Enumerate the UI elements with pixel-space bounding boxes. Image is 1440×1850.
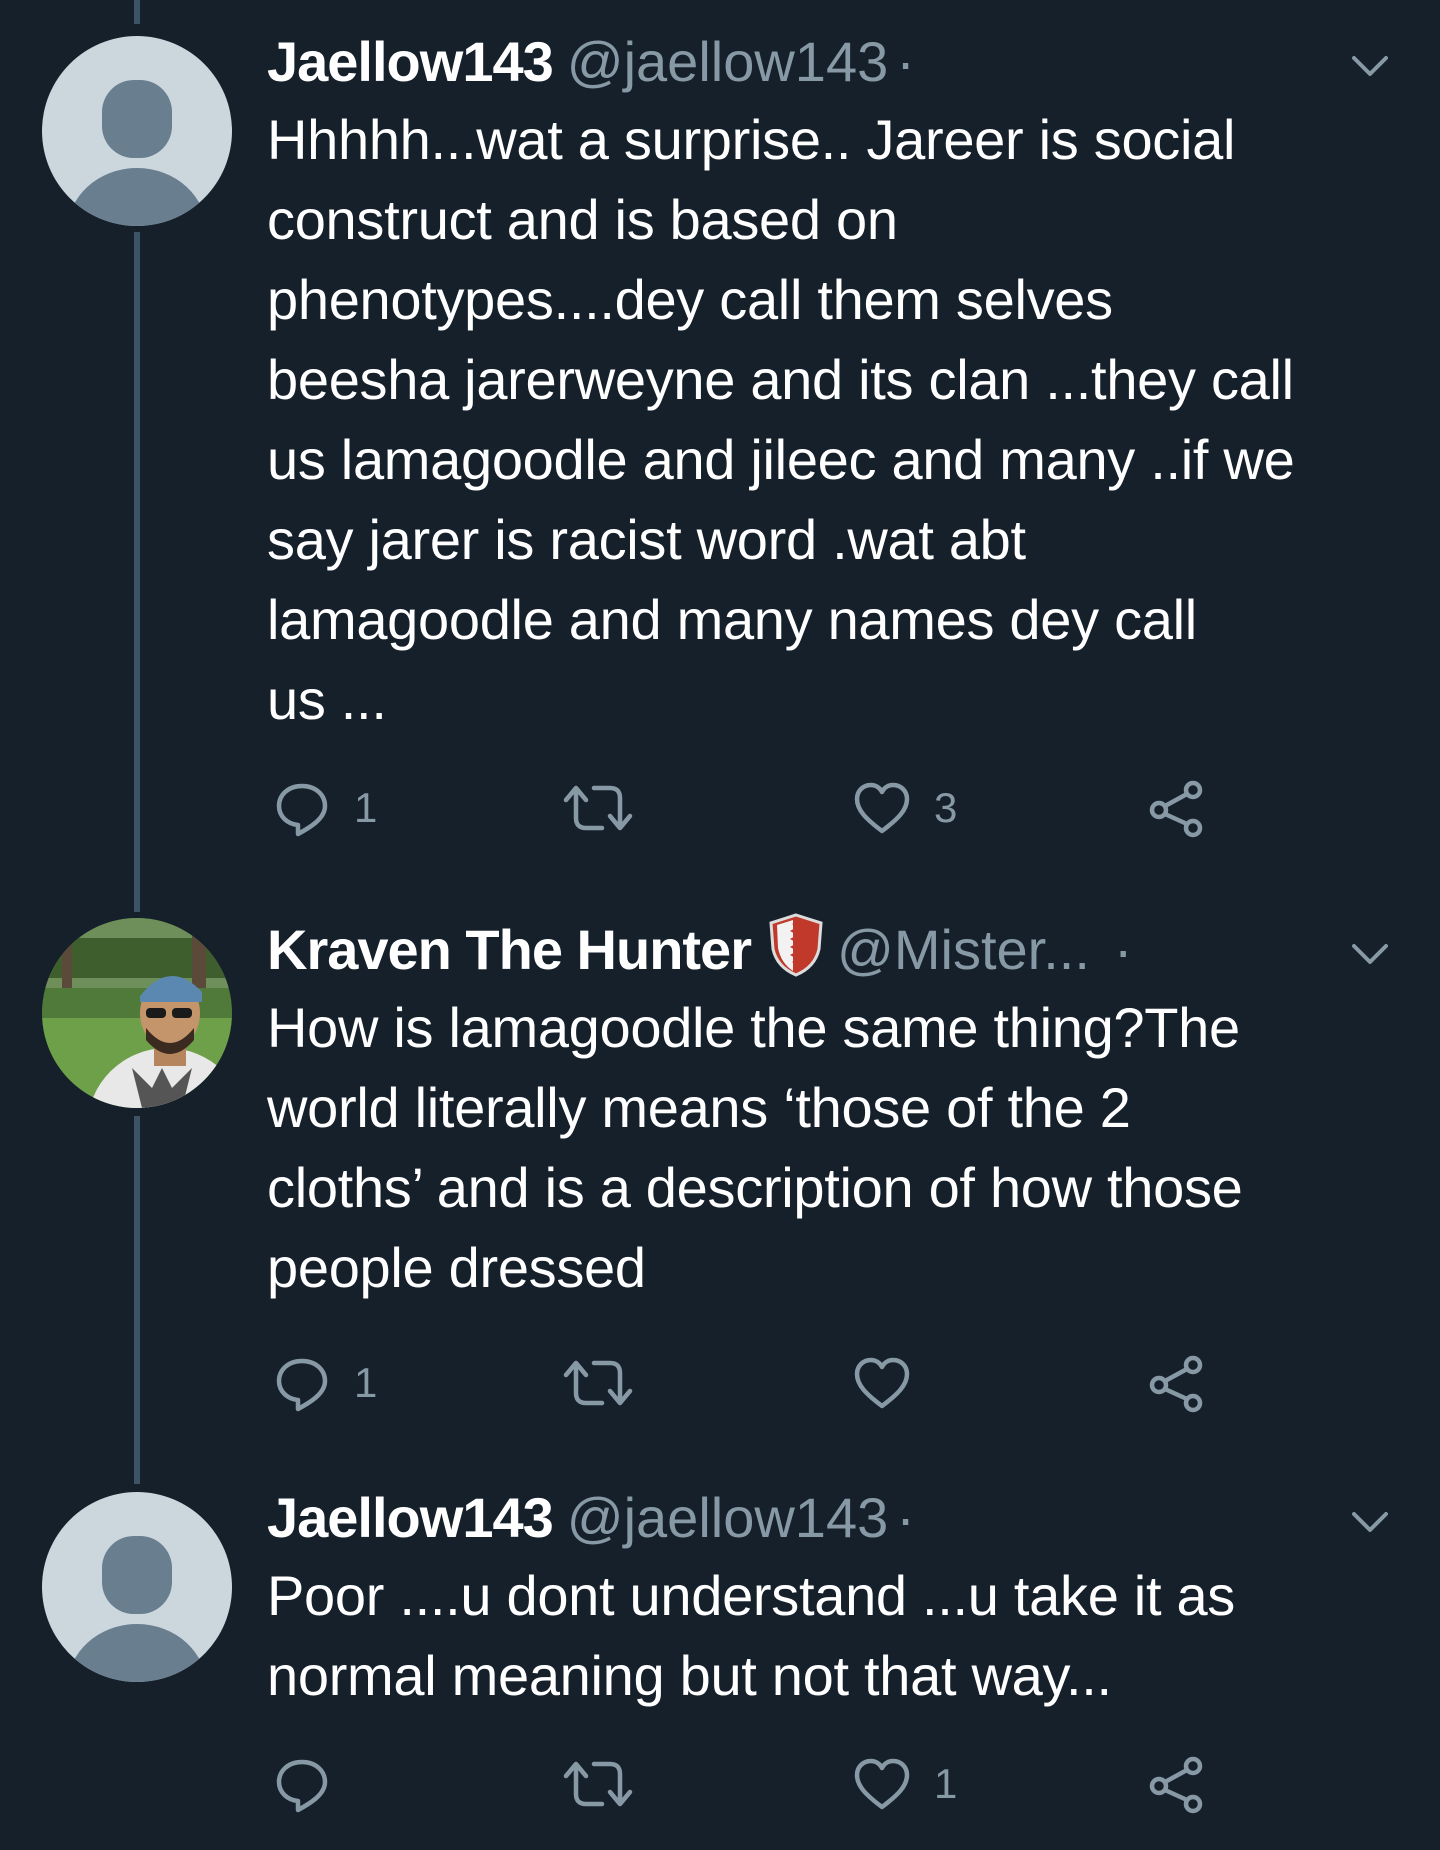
user-handle[interactable]: @jaellow143 — [567, 30, 888, 93]
user-handle[interactable]: @Mister... — [837, 918, 1090, 981]
tweet-header: Kraven The Hunter @Mister... · — [267, 912, 1340, 988]
tweet-thread: Jaellow143 @jaellow143 · Hhhhh...wat a sur… — [0, 0, 1440, 1850]
shield-emoji-icon — [769, 913, 823, 996]
display-name[interactable]: Jaellow143 — [267, 1486, 554, 1549]
avatar[interactable] — [42, 36, 232, 226]
tweet-text: Hhhhh...wat a surprise.. Jareer is socia… — [267, 108, 1295, 731]
retweet-icon — [563, 1761, 633, 1807]
heart-icon — [854, 782, 910, 834]
reply-button[interactable] — [272, 1754, 354, 1814]
heart-icon — [854, 1758, 910, 1810]
retweet-button[interactable] — [562, 1353, 656, 1413]
reply-button[interactable]: 1 — [272, 778, 377, 838]
avatar[interactable] — [42, 1492, 232, 1682]
tweet-actions: 1 3 — [267, 778, 1367, 838]
share-button[interactable] — [1147, 1754, 1207, 1814]
share-button[interactable] — [1147, 778, 1207, 838]
tweet-text: Poor ....u dont understand ...u take it … — [267, 1564, 1236, 1707]
tweet[interactable]: Kraven The Hunter @Mister... · How is lam… — [0, 888, 1440, 1468]
default-avatar-icon — [42, 36, 232, 226]
like-button[interactable]: 3 — [852, 778, 957, 838]
default-avatar-icon — [42, 1492, 232, 1682]
separator-dot: · — [896, 30, 915, 93]
share-icon — [1149, 1756, 1203, 1814]
tweet[interactable]: Jaellow143 @jaellow143 · Poor ....u dont u… — [0, 1456, 1440, 1850]
reply-icon — [276, 783, 328, 837]
like-button[interactable]: 1 — [852, 1754, 957, 1814]
tweet-actions: 1 — [267, 1353, 1367, 1413]
share-button[interactable] — [1147, 1353, 1207, 1413]
tweet-header: Jaellow143 @jaellow143 · — [267, 24, 1340, 100]
like-count: 1 — [934, 1760, 958, 1807]
retweet-icon — [563, 785, 633, 831]
chevron-down-icon[interactable] — [1344, 928, 1396, 980]
chevron-down-icon[interactable] — [1344, 1496, 1396, 1548]
tweet-header: Jaellow143 @jaellow143 · — [267, 1480, 1340, 1556]
avatar[interactable] — [42, 918, 232, 1108]
share-icon — [1149, 1355, 1203, 1413]
like-count: 3 — [934, 784, 958, 831]
reply-count: 1 — [354, 1359, 378, 1406]
separator-dot: · — [1113, 918, 1133, 981]
reply-icon — [276, 1759, 328, 1813]
tweet[interactable]: Jaellow143 @jaellow143 · Hhhhh...wat a sur… — [0, 0, 1440, 890]
share-icon — [1149, 780, 1203, 838]
separator-dot: · — [896, 1486, 915, 1549]
user-handle[interactable]: @jaellow143 — [567, 1486, 888, 1549]
retweet-icon — [563, 1360, 633, 1406]
display-name[interactable]: Kraven The Hunter — [267, 918, 752, 981]
tweet-text: How is lamagoodle the same thing?The wor… — [267, 996, 1243, 1299]
user-photo-icon — [42, 918, 232, 1108]
display-name[interactable]: Jaellow143 — [267, 30, 554, 93]
retweet-button[interactable] — [562, 1754, 656, 1814]
reply-count: 1 — [354, 784, 378, 831]
heart-icon — [854, 1357, 910, 1409]
reply-icon — [276, 1358, 328, 1412]
chevron-down-icon[interactable] — [1344, 40, 1396, 92]
reply-button[interactable]: 1 — [272, 1353, 377, 1413]
tweet-actions: 1 — [267, 1754, 1367, 1814]
retweet-button[interactable] — [562, 778, 656, 838]
like-button[interactable] — [852, 1353, 934, 1413]
